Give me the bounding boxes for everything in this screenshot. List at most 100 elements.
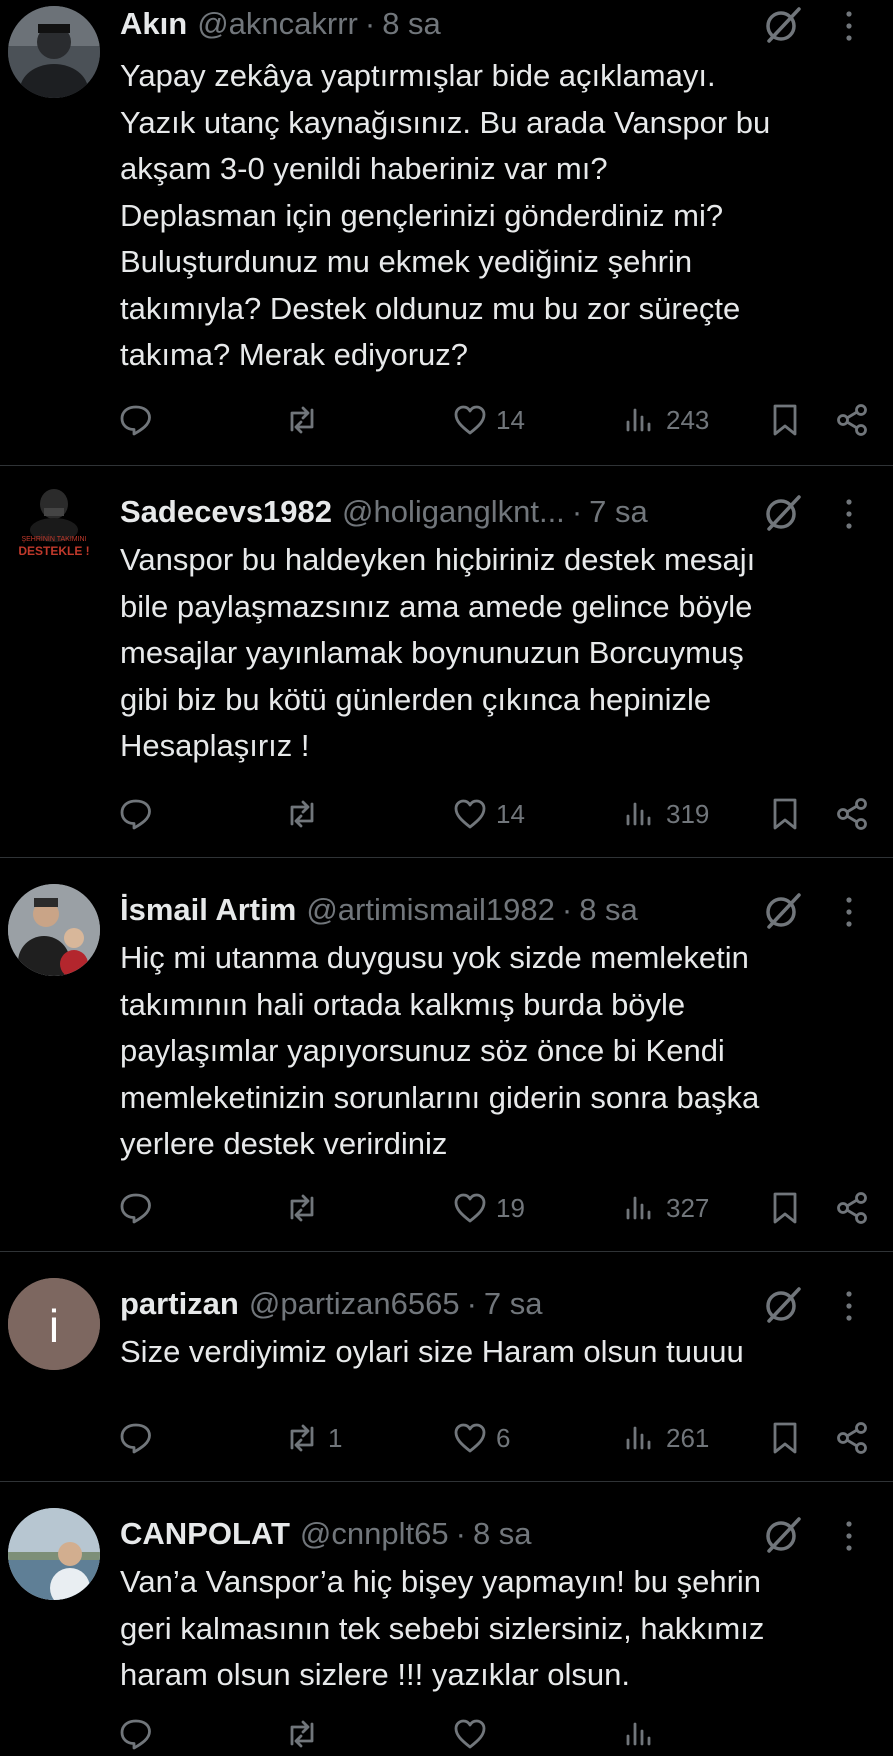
tweet[interactable]: İsmail Artim @artimismail1982 · 8 sa Hiç m… bbox=[0, 858, 893, 1252]
tweet[interactable]: i partizan @partizan6565 · 7 sa Size verdi… bbox=[0, 1252, 893, 1482]
avatar[interactable]: i bbox=[8, 1278, 100, 1370]
tweet[interactable]: Akın @akncakrrr · 8 sa Yapay zekâya yaptır… bbox=[0, 0, 893, 466]
tweet-text-line: geri kalmasının tek sebebi sizlersiniz, … bbox=[120, 1610, 765, 1646]
avatar[interactable] bbox=[8, 884, 100, 976]
tweet-header: partizan @partizan6565 · 7 sa bbox=[120, 1282, 773, 1326]
separator: · bbox=[455, 1516, 466, 1551]
tweet-text-line: Yazık utanç kaynağısınız. Bu arada Vansp… bbox=[120, 104, 771, 140]
grok-icon[interactable] bbox=[760, 888, 806, 934]
grok-icon[interactable] bbox=[760, 1282, 806, 1328]
share-icon bbox=[834, 1420, 870, 1456]
views-count: 319 bbox=[666, 798, 710, 829]
reply-button[interactable] bbox=[118, 1712, 154, 1756]
views-button[interactable]: 319 bbox=[622, 792, 709, 836]
tweet-text-line: memleketinizin sorunlarını giderin sonra… bbox=[120, 1079, 760, 1115]
tweet-text-line: Size verdiyimiz oylari size Haram olsun … bbox=[120, 1334, 744, 1369]
like-button[interactable]: 14 bbox=[452, 398, 525, 442]
more-options-icon[interactable] bbox=[836, 1286, 862, 1326]
repost-count: 1 bbox=[328, 1422, 343, 1453]
views-button[interactable]: 243 bbox=[622, 398, 709, 442]
grok-icon[interactable] bbox=[760, 490, 806, 536]
avatar-photo: i bbox=[8, 1278, 100, 1370]
avatar-photo bbox=[8, 884, 100, 976]
share-button[interactable] bbox=[834, 792, 870, 836]
share-button[interactable] bbox=[834, 1186, 870, 1230]
timestamp[interactable]: 7 sa bbox=[484, 1286, 543, 1321]
views-count: 261 bbox=[666, 1422, 710, 1453]
user-handle[interactable]: @holiganglknt... bbox=[342, 494, 565, 529]
grok-icon[interactable] bbox=[760, 2, 806, 48]
like-button[interactable]: 6 bbox=[452, 1416, 510, 1460]
tweet-text-line: Van’a Vanspor’a hiç bişey yapmayın! bu ş… bbox=[120, 1564, 762, 1599]
like-button[interactable] bbox=[452, 1712, 488, 1756]
tweet[interactable]: ŞEHRİNİN TAKIMINI DESTEKLE ! Sadecevs198… bbox=[0, 466, 893, 858]
share-button[interactable] bbox=[834, 398, 870, 442]
share-button[interactable] bbox=[834, 1416, 870, 1460]
tweet-text-line: takımıyla? Destek oldunuz mu bu zor süre… bbox=[120, 290, 741, 326]
like-button[interactable]: 19 bbox=[452, 1186, 525, 1230]
bookmark-button[interactable] bbox=[768, 1186, 802, 1230]
repost-button[interactable] bbox=[284, 1186, 328, 1230]
views-icon bbox=[622, 1190, 658, 1226]
tweet-text-line: Buluşturdunuz mu ekmek yediğiniz şehrin bbox=[120, 244, 693, 279]
tweet-meta: @holiganglknt... · 7 sa bbox=[342, 494, 648, 530]
grok-icon[interactable] bbox=[760, 1512, 806, 1558]
separator: · bbox=[571, 494, 583, 529]
display-name[interactable]: CANPOLAT bbox=[120, 1516, 290, 1552]
display-name[interactable]: partizan bbox=[120, 1286, 239, 1322]
tweet-text: Van’a Vanspor’a hiç bişey yapmayın! bu ş… bbox=[120, 1559, 880, 1699]
bookmark-icon bbox=[768, 796, 802, 832]
repost-button[interactable]: 1 bbox=[284, 1416, 342, 1460]
tweet-text-line: yerlere destek verirdiniz bbox=[120, 1126, 448, 1161]
more-options-icon[interactable] bbox=[836, 6, 862, 46]
timestamp[interactable]: 8 sa bbox=[473, 1516, 532, 1551]
reply-button[interactable] bbox=[118, 398, 162, 442]
tweet-text: Vanspor bu haldeyken hiçbiriniz destek m… bbox=[120, 537, 880, 770]
user-handle[interactable]: @partizan6565 bbox=[249, 1286, 460, 1321]
bookmark-button[interactable] bbox=[768, 398, 802, 442]
like-button[interactable]: 14 bbox=[452, 792, 525, 836]
timestamp[interactable]: 8 sa bbox=[579, 892, 638, 927]
tweet[interactable]: CANPOLAT @cnnplt65 · 8 sa Van’a Vanspor’a … bbox=[0, 1482, 893, 1750]
reply-button[interactable] bbox=[118, 1416, 162, 1460]
repost-button[interactable] bbox=[284, 1712, 320, 1756]
tweet-text-line: mesajlar yayınlamak boynunuzun Borcuymuş bbox=[120, 635, 744, 670]
display-name[interactable]: Sadecevs1982 bbox=[120, 494, 332, 530]
timestamp[interactable]: 7 sa bbox=[589, 494, 648, 529]
views-icon bbox=[622, 402, 658, 438]
views-button[interactable] bbox=[622, 1712, 658, 1756]
tweet-actions: 14 319 bbox=[0, 792, 893, 836]
repost-button[interactable] bbox=[284, 792, 328, 836]
avatar-caption: ŞEHRİNİN TAKIMINI bbox=[21, 534, 86, 543]
display-name[interactable]: Akın bbox=[120, 6, 187, 42]
tweet-text-line: bile paylaşmazsınız ama amede gelince bö… bbox=[120, 588, 753, 624]
tweet-actions: 14 243 bbox=[0, 398, 893, 442]
reply-button[interactable] bbox=[118, 1186, 162, 1230]
tweet-meta: @cnnplt65 · 8 sa bbox=[300, 1516, 532, 1552]
views-button[interactable]: 327 bbox=[622, 1186, 709, 1230]
avatar[interactable] bbox=[8, 1508, 100, 1600]
reply-button[interactable] bbox=[118, 792, 162, 836]
more-options-icon[interactable] bbox=[836, 892, 862, 932]
more-options-icon[interactable] bbox=[836, 494, 862, 534]
repost-icon bbox=[284, 1420, 320, 1456]
tweet-text-line: Deplasman için gençlerinizi gönderdiniz … bbox=[120, 197, 724, 233]
tweet-text-line: Hesaplaşırız ! bbox=[120, 728, 310, 763]
user-handle[interactable]: @akncakrrr bbox=[197, 6, 358, 41]
bookmark-button[interactable] bbox=[768, 1416, 802, 1460]
views-button[interactable]: 261 bbox=[622, 1416, 709, 1460]
user-handle[interactable]: @cnnplt65 bbox=[300, 1516, 449, 1551]
repost-button[interactable] bbox=[284, 398, 328, 442]
heart-icon bbox=[452, 1716, 488, 1752]
user-handle[interactable]: @artimismail1982 bbox=[306, 892, 555, 927]
bookmark-button[interactable] bbox=[768, 792, 802, 836]
avatar[interactable]: ŞEHRİNİN TAKIMINI DESTEKLE ! bbox=[8, 478, 100, 570]
tweet-text-line: haram olsun sizlere !!! yazıklar olsun. bbox=[120, 1657, 630, 1692]
avatar[interactable] bbox=[8, 6, 100, 98]
more-options-icon[interactable] bbox=[836, 1516, 862, 1556]
timestamp[interactable]: 8 sa bbox=[382, 6, 441, 41]
avatar-letter: i bbox=[49, 1300, 59, 1352]
repost-icon bbox=[284, 1716, 320, 1752]
share-icon bbox=[834, 402, 870, 438]
display-name[interactable]: İsmail Artim bbox=[120, 892, 296, 928]
